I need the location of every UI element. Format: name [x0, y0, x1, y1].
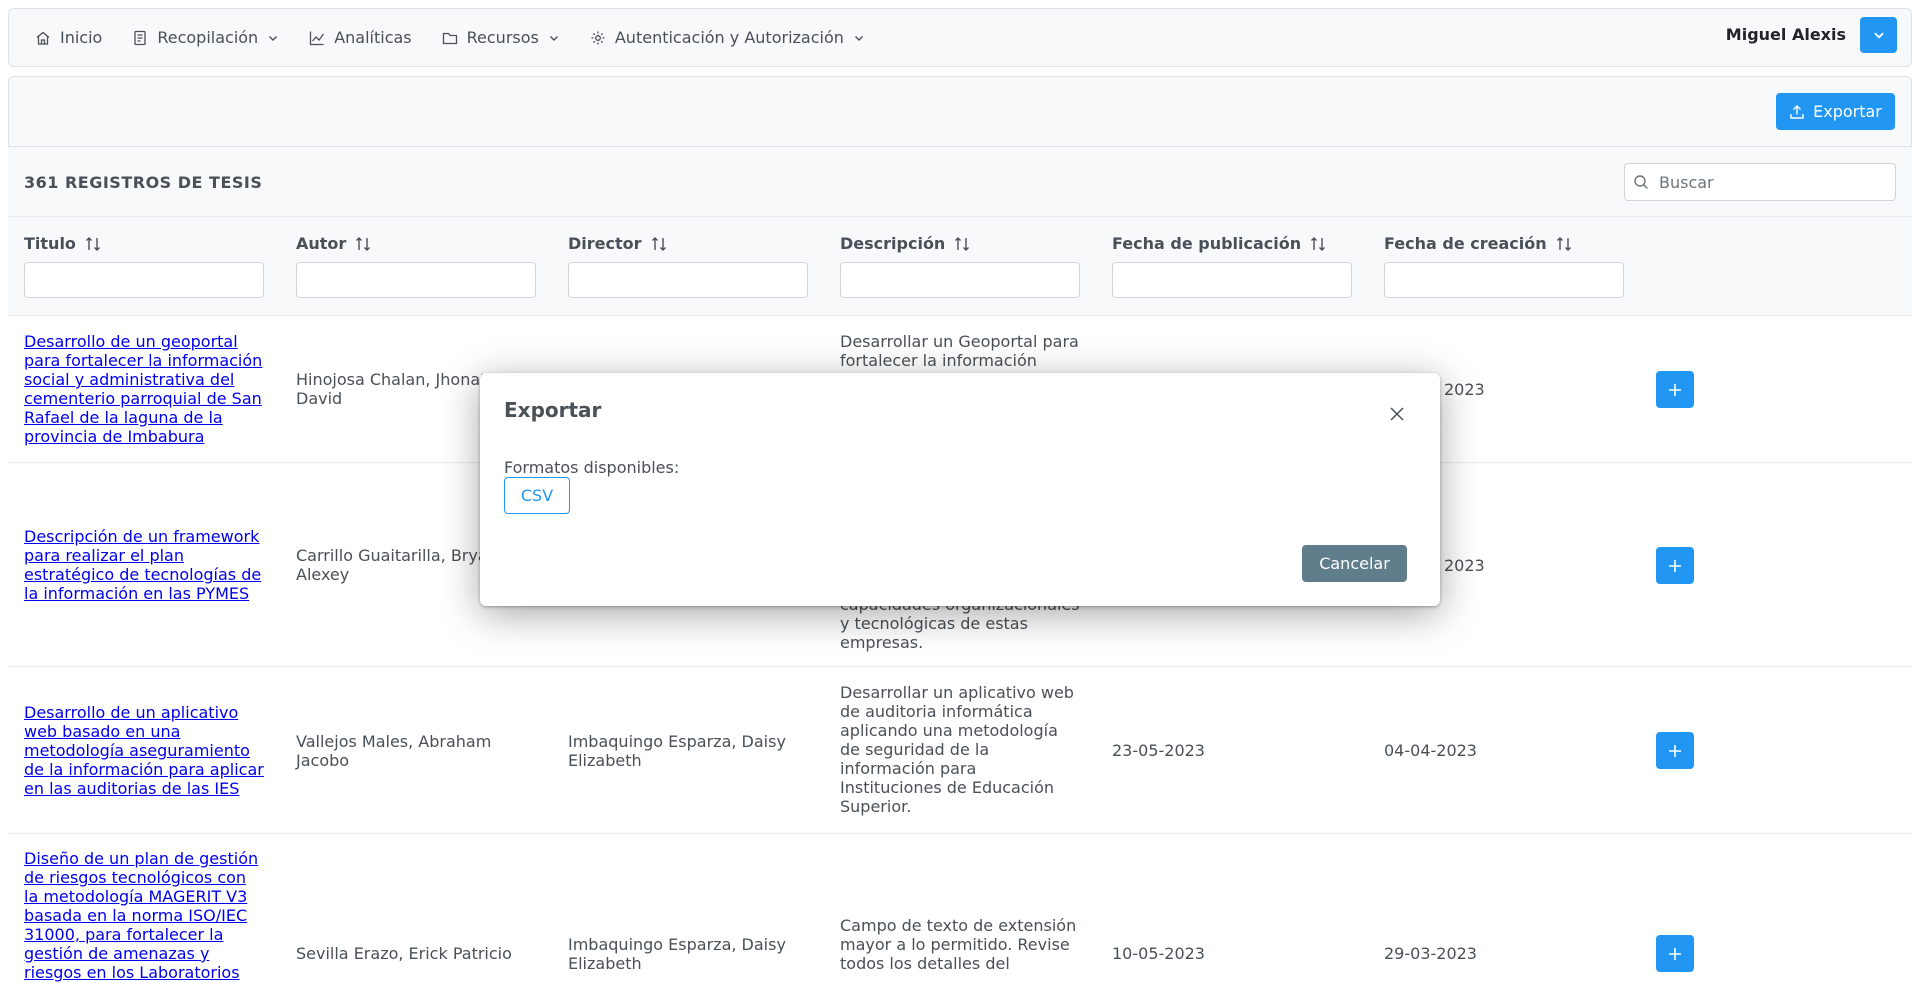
modal-overlay: Exportar Formatos disponibles: CSV Cance…: [0, 0, 1920, 979]
csv-format-button[interactable]: CSV: [504, 477, 570, 514]
cancel-button[interactable]: Cancelar: [1302, 545, 1407, 582]
close-button[interactable]: [1384, 401, 1410, 427]
export-dialog: Exportar Formatos disponibles: CSV Cance…: [480, 373, 1440, 606]
close-icon: [1390, 407, 1404, 421]
dialog-title: Exportar: [504, 398, 602, 422]
formats-label: Formatos disponibles:: [504, 458, 680, 477]
